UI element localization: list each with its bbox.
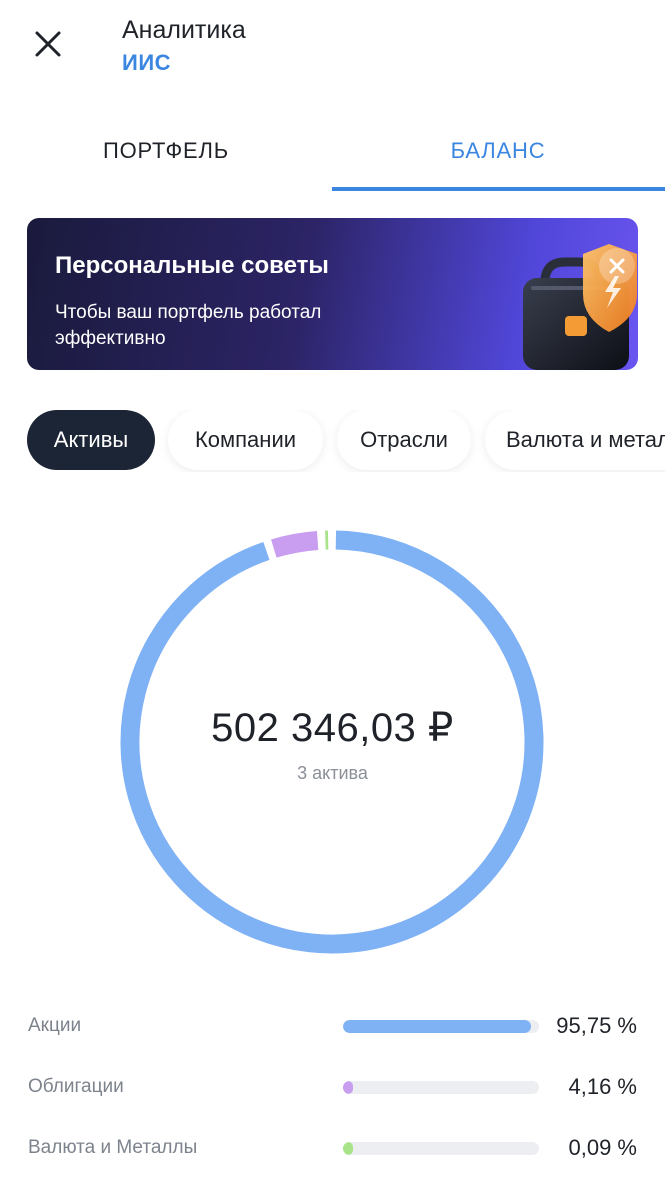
allocation-bar bbox=[343, 1081, 539, 1094]
account-subtitle: ИИС bbox=[122, 50, 172, 75]
tab-portfolio[interactable]: ПОРТФЕЛЬ bbox=[0, 110, 332, 192]
allocation-bar bbox=[343, 1142, 539, 1155]
active-tab-indicator bbox=[332, 187, 665, 191]
allocation-percent: 0,09 % bbox=[568, 1135, 638, 1160]
filter-chips: Активы Компании Отрасли Валюта и металлы bbox=[0, 410, 665, 472]
allocation-percent: 95,75 % bbox=[556, 1013, 637, 1038]
allocation-bar-fill bbox=[343, 1142, 353, 1155]
asset-count: 3 актива bbox=[297, 763, 368, 783]
app-header: Аналитика ИИС bbox=[0, 0, 665, 95]
portfolio-total: 502 346,03 ₽ bbox=[211, 706, 454, 750]
chip-assets[interactable]: Активы bbox=[27, 410, 155, 470]
allocation-label: Облигации bbox=[28, 1076, 124, 1097]
tab-balance[interactable]: БАЛАНС bbox=[332, 110, 664, 192]
allocation-row-currency-metals: Валюта и Металлы 0,09 % bbox=[0, 1129, 665, 1169]
allocation-bar-fill bbox=[343, 1020, 531, 1033]
allocation-label: Валюта и Металлы bbox=[28, 1137, 198, 1158]
banner-title: Персональные советы bbox=[55, 252, 329, 279]
allocation-label: Акции bbox=[28, 1015, 82, 1036]
briefcase-shield-icon bbox=[487, 238, 638, 370]
allocation-percent: 4,16 % bbox=[568, 1074, 638, 1099]
chip-currency-metals[interactable]: Валюта и металлы bbox=[485, 410, 665, 470]
close-icon[interactable] bbox=[28, 22, 68, 66]
allocation-row-bonds: Облигации 4,16 % bbox=[0, 1068, 665, 1108]
chip-companies[interactable]: Компании bbox=[168, 410, 323, 470]
allocation-bar-fill bbox=[343, 1081, 353, 1094]
personal-tips-banner[interactable]: Персональные советы Чтобы ваш портфель р… bbox=[27, 218, 638, 370]
allocation-bar bbox=[343, 1020, 539, 1033]
banner-text: Чтобы ваш портфель работал эффективно bbox=[55, 302, 322, 349]
allocation-row-stocks: Акции 95,75 % bbox=[0, 1007, 665, 1047]
chip-industries[interactable]: Отрасли bbox=[337, 410, 471, 470]
page-title: Аналитика bbox=[122, 16, 246, 44]
donut-segment-bonds bbox=[271, 531, 319, 558]
tab-bar: ПОРТФЕЛЬ БАЛАНС bbox=[0, 110, 665, 192]
